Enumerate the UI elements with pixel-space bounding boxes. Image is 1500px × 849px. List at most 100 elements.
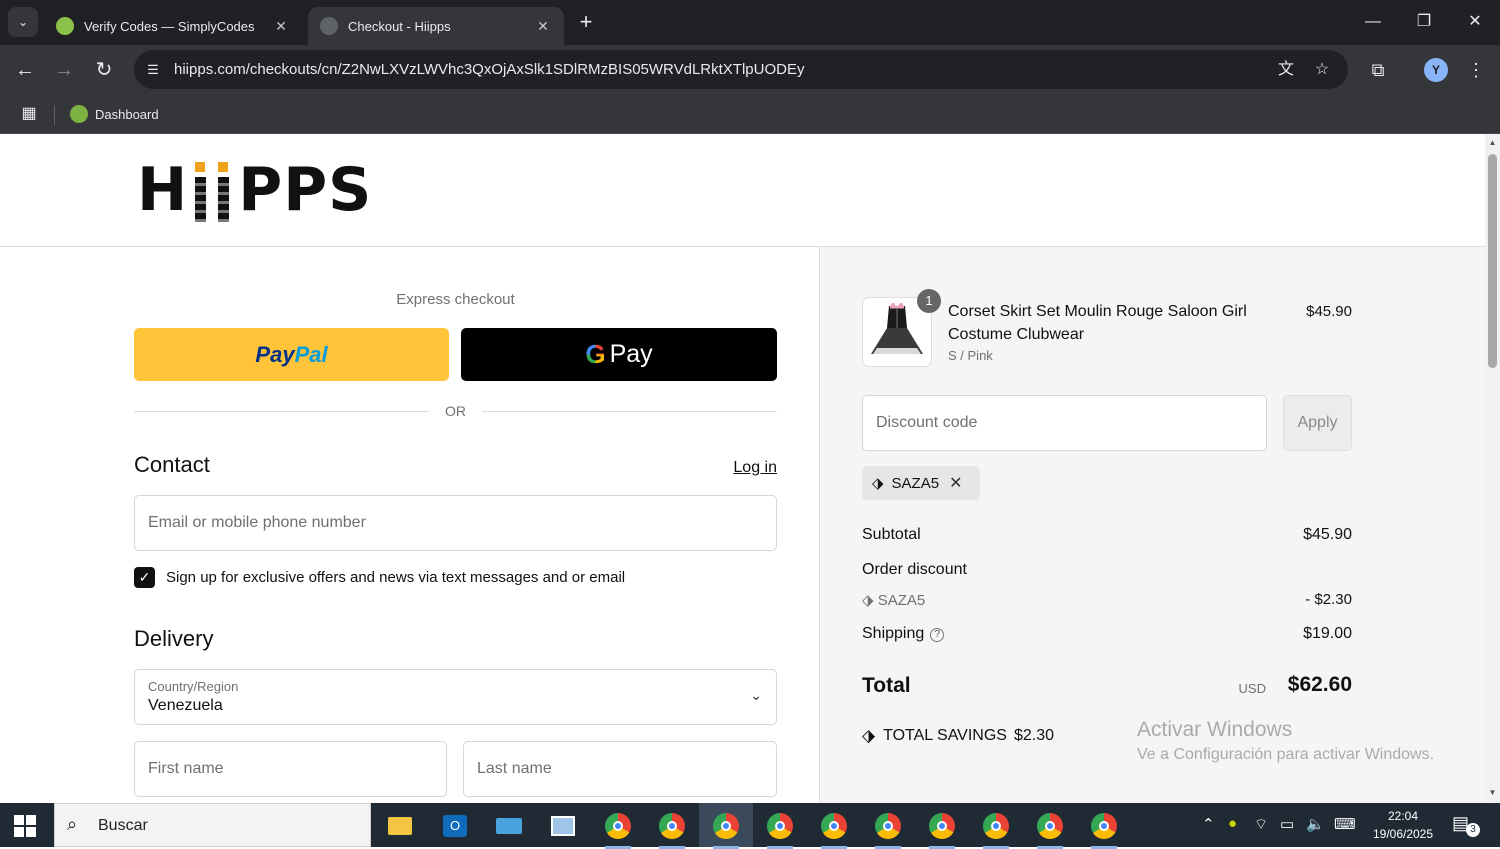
tab-title: Verify Codes — SimplyCodes — [84, 18, 255, 34]
notification-center-icon[interactable]: ▤ 3 — [1452, 813, 1480, 839]
chrome-icon[interactable] — [1087, 809, 1121, 849]
taskbar-clock[interactable]: 22:04 19/06/2025 — [1370, 807, 1436, 843]
notification-count: 3 — [1466, 823, 1480, 837]
remote-desktop-icon[interactable] — [546, 809, 580, 843]
tab-title: Checkout - Hiipps — [348, 18, 451, 34]
logo-ii-mark — [188, 160, 238, 222]
last-name-placeholder: Last name — [477, 760, 552, 777]
file-explorer-icon[interactable] — [383, 809, 417, 843]
subtotal-value: $45.90 — [1303, 526, 1352, 543]
paypal-pal-text: Pal — [294, 341, 328, 367]
total-savings: ⬗ TOTAL SAVINGS $2.30 — [862, 726, 1054, 746]
chrome-icon[interactable] — [1033, 809, 1067, 849]
site-info-icon[interactable]: ☰ — [142, 59, 164, 81]
or-text: OR — [445, 403, 466, 419]
last-name-field[interactable]: Last name — [463, 741, 777, 797]
browser-menu-icon[interactable]: ⋮ — [1463, 57, 1489, 83]
wifi-icon[interactable]: ⌔ — [1254, 815, 1268, 834]
hiipps-logo[interactable]: H PPS — [137, 158, 372, 222]
or-divider: OR — [134, 401, 777, 421]
product-name: Corset Skirt Set Moulin Rouge Saloon Gir… — [948, 303, 1247, 343]
order-discount-row: Order discount — [862, 561, 1352, 579]
discount-code-field[interactable]: Discount code — [862, 395, 1267, 451]
checkout-page: H PPS Express checkout Pay Pal G Pay OR C… — [0, 134, 1485, 803]
bookmark-star-icon[interactable]: ☆ — [1311, 59, 1333, 81]
page-scrollbar[interactable]: ▲ ▼ — [1485, 134, 1500, 803]
chrome-icon[interactable] — [709, 809, 743, 849]
scroll-down-arrow-icon[interactable]: ▼ — [1488, 788, 1497, 797]
reload-button[interactable]: ↻ — [91, 57, 117, 83]
signup-checkbox[interactable]: ✓ — [134, 567, 155, 588]
google-pay-button[interactable]: G Pay — [461, 328, 777, 381]
url-text[interactable]: hiipps.com/checkouts/cn/Z2NwLXVzLWVhc3Qx… — [174, 61, 804, 78]
taskbar-search[interactable]: ⌕ Buscar — [54, 803, 371, 847]
clock-time: 22:04 — [1387, 809, 1419, 823]
laptop-app-icon[interactable] — [492, 809, 526, 843]
paypal-pay-text: Pay — [255, 341, 295, 367]
apps-grid-icon[interactable]: ▦ — [18, 103, 40, 125]
country-select[interactable]: Country/Region Venezuela ⌄ — [134, 669, 777, 725]
activate-windows-title: Activar Windows — [1137, 718, 1293, 741]
scroll-up-arrow-icon[interactable]: ▲ — [1488, 138, 1497, 147]
clock-date: 19/06/2025 — [1372, 827, 1434, 841]
back-button[interactable]: ← — [12, 57, 38, 83]
chrome-icon[interactable] — [817, 809, 851, 849]
quantity-badge: 1 — [917, 289, 941, 313]
email-field[interactable]: Email or mobile phone number — [134, 495, 777, 551]
remove-discount-icon[interactable]: ✕ — [949, 473, 962, 493]
restore-button[interactable]: ❐ — [1409, 8, 1439, 36]
tab-checkout[interactable]: Checkout - Hiipps ✕ — [308, 7, 564, 45]
windows-start-icon[interactable] — [14, 815, 36, 837]
scrollbar-thumb[interactable] — [1488, 154, 1497, 368]
bookmark-dashboard[interactable]: Dashboard — [70, 103, 159, 125]
paypal-button[interactable]: Pay Pal — [134, 328, 449, 381]
tab-verify-codes[interactable]: Verify Codes — SimplyCodes ✕ — [44, 7, 302, 45]
outlook-icon[interactable]: O — [438, 809, 472, 843]
extensions-icon[interactable]: ⧉ — [1365, 57, 1391, 83]
chrome-icon[interactable] — [979, 809, 1013, 849]
product-price: $45.90 — [1306, 303, 1352, 320]
translate-icon[interactable]: 文 — [1275, 59, 1297, 81]
login-link[interactable]: Log in — [700, 459, 777, 477]
help-icon[interactable]: ? — [930, 628, 945, 642]
app-tray-icon[interactable]: ● — [1228, 815, 1237, 832]
chrome-icon[interactable] — [601, 809, 635, 849]
simplycodes-favicon-icon — [56, 17, 74, 35]
browser-toolbar: ← → ↻ ☰ hiipps.com/checkouts/cn/Z2NwLXVz… — [0, 45, 1500, 95]
total-amount: $62.60 — [1287, 673, 1352, 696]
close-tab-icon[interactable]: ✕ — [534, 18, 552, 35]
close-window-button[interactable]: ✕ — [1460, 8, 1490, 36]
savings-tag-icon: ⬗ — [862, 726, 876, 745]
bookmarks-bar: ▦ Dashboard — [0, 95, 1500, 134]
chrome-icon[interactable] — [655, 809, 689, 849]
browser-tab-bar: ⌄ Verify Codes — SimplyCodes ✕ Checkout … — [0, 0, 1500, 45]
logo-accent-square — [218, 162, 229, 172]
first-name-field[interactable]: First name — [134, 741, 447, 797]
logo-bar — [195, 177, 207, 222]
total-currency: USD — [1238, 681, 1266, 696]
forward-button[interactable]: → — [51, 57, 77, 83]
apply-discount-button[interactable]: Apply — [1283, 395, 1352, 451]
close-tab-icon[interactable]: ✕ — [272, 18, 290, 35]
chrome-icon[interactable] — [925, 809, 959, 849]
address-bar[interactable]: ☰ hiipps.com/checkouts/cn/Z2NwLXVzLWVhc3… — [134, 50, 1348, 89]
network-icon[interactable]: ▭ — [1280, 815, 1294, 833]
tag-icon: ⬗ — [872, 475, 884, 492]
chrome-icon[interactable] — [763, 809, 797, 849]
email-placeholder: Email or mobile phone number — [148, 514, 366, 531]
gpay-label: Pay — [609, 340, 653, 368]
tab-search-button[interactable]: ⌄ — [8, 7, 38, 37]
volume-muted-icon[interactable]: 🔈 — [1306, 815, 1325, 833]
keyboard-icon[interactable]: ⌨ — [1334, 815, 1356, 833]
first-name-placeholder: First name — [148, 760, 224, 777]
discount-detail-row: ⬗ SAZA5 - $2.30 — [862, 591, 1352, 609]
new-tab-button[interactable]: + — [574, 10, 598, 34]
minimize-button[interactable]: — — [1358, 8, 1388, 36]
chrome-icon[interactable] — [871, 809, 905, 849]
signup-label[interactable]: Sign up for exclusive offers and news vi… — [166, 569, 625, 586]
chevron-up-icon[interactable]: ⌃ — [1202, 815, 1215, 833]
discount-code-label: SAZA5 — [877, 592, 926, 609]
profile-avatar[interactable]: Y — [1424, 58, 1448, 82]
country-value: Venezuela — [148, 697, 223, 714]
discount-amount: - $2.30 — [1305, 591, 1352, 608]
